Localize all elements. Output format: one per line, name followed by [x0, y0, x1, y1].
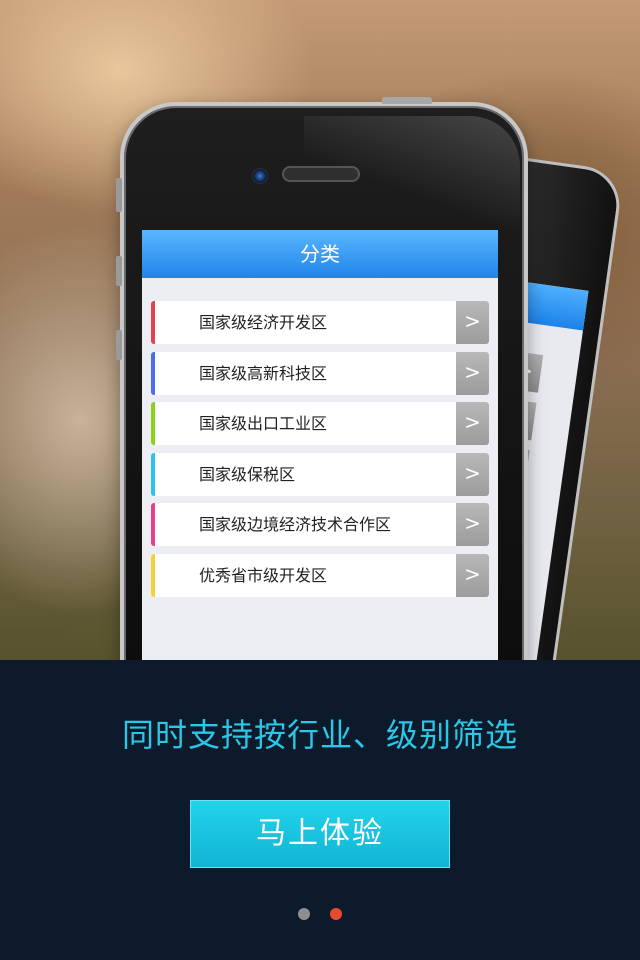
- page-indicator-dot[interactable]: [330, 908, 342, 920]
- category-item-label: 国家级保税区: [199, 464, 296, 484]
- category-item: 国家级保税区 >: [151, 452, 489, 496]
- mute-switch: [116, 178, 122, 212]
- category-color-stripe: [151, 351, 155, 395]
- category-color-stripe: [151, 503, 155, 546]
- category-color-stripe: [151, 402, 155, 445]
- page-indicator-dot[interactable]: [298, 908, 310, 920]
- front-camera: [252, 168, 268, 184]
- chevron-right-icon: >: [456, 452, 489, 496]
- category-item-label: 国家级边境经济技术合作区: [199, 515, 392, 534]
- phone-mockup: 分类 国家级经济开发区 > 国家级高新科技区 > 国家级出口工业区 > 国家级保…: [116, 97, 528, 730]
- screen-header: 分类: [142, 230, 498, 278]
- category-item-label: 国家级高新科技区: [199, 363, 328, 383]
- category-item-label: 国家级出口工业区: [199, 414, 328, 433]
- chevron-right-icon: >: [456, 351, 489, 395]
- phone-screen: 分类 国家级经济开发区 > 国家级高新科技区 > 国家级出口工业区 > 国家级保…: [142, 230, 498, 664]
- promo-panel: 同时支持按行业、级别筛选 马上体验: [0, 660, 640, 960]
- category-item: 国家级高新科技区 >: [151, 351, 489, 395]
- volume-up-button: [116, 256, 122, 286]
- category-item: 国家级经济开发区 >: [151, 301, 489, 344]
- volume-down-button: [116, 330, 122, 360]
- chevron-right-icon: >: [456, 402, 489, 445]
- category-color-stripe: [151, 301, 155, 344]
- chevron-right-icon: >: [456, 503, 489, 546]
- category-item: 国家级出口工业区 >: [151, 402, 489, 445]
- chevron-right-icon: >: [456, 553, 489, 597]
- power-button: [382, 97, 432, 104]
- category-item-label: 优秀省市级开发区: [199, 565, 328, 585]
- feature-tagline: 同时支持按行业、级别筛选: [121, 716, 518, 754]
- category-list: 国家级经济开发区 > 国家级高新科技区 > 国家级出口工业区 > 国家级保税区 …: [151, 301, 489, 604]
- category-item: 国家级边境经济技术合作区 >: [151, 503, 489, 546]
- try-now-button[interactable]: 马上体验: [190, 800, 450, 868]
- earpiece-speaker: [282, 166, 360, 182]
- category-color-stripe: [151, 553, 155, 597]
- chevron-right-icon: >: [456, 301, 489, 344]
- category-item-label: 国家级经济开发区: [199, 313, 328, 332]
- category-item: 优秀省市级开发区 >: [151, 553, 489, 597]
- category-color-stripe: [151, 452, 155, 496]
